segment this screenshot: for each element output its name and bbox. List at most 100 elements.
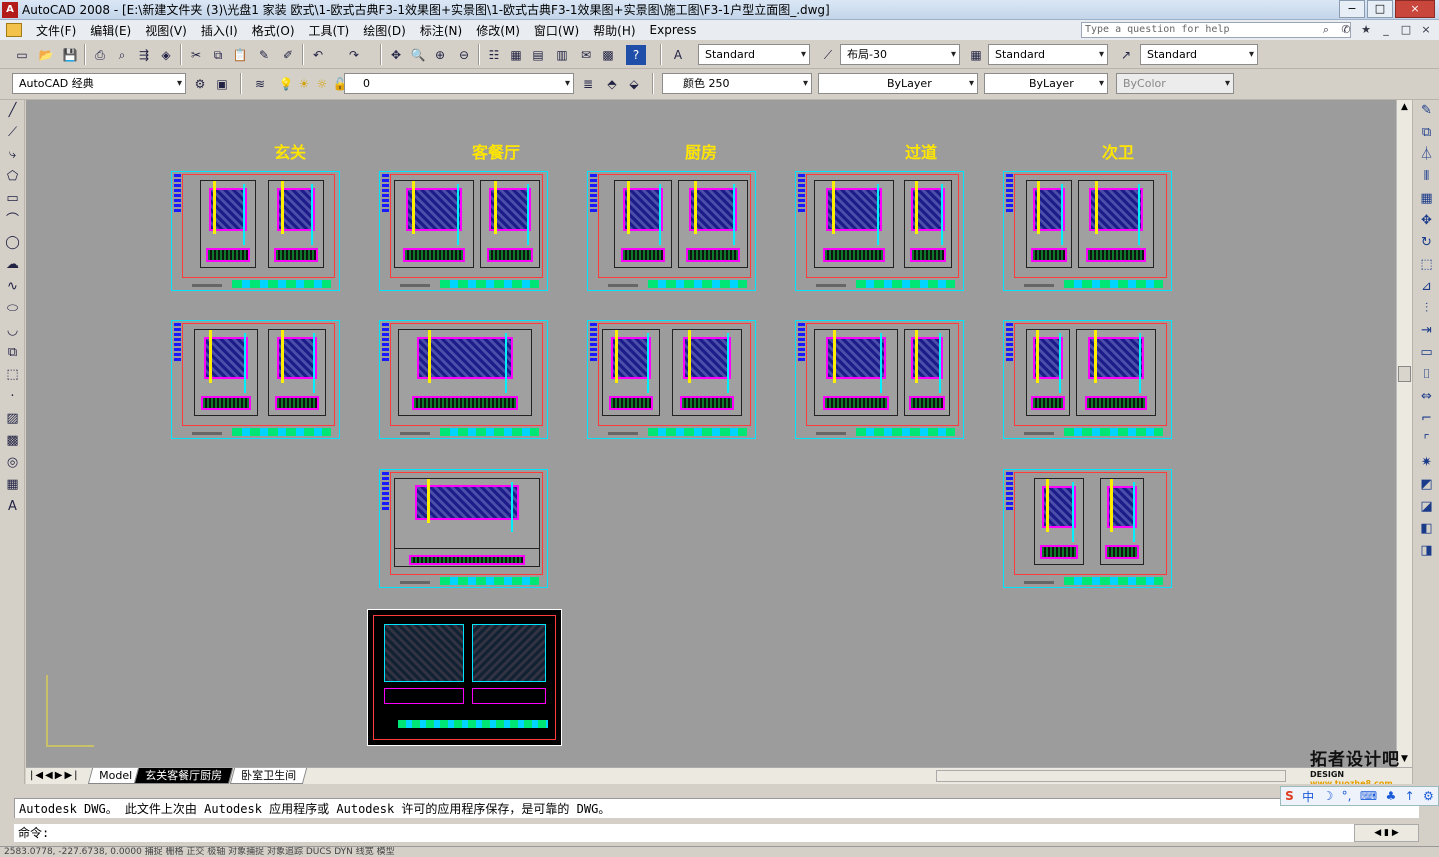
ime-update-icon[interactable]: ↑	[1405, 789, 1415, 803]
zoom-previous-icon[interactable]: ⊖	[454, 45, 474, 65]
elevation-sheet[interactable]	[1003, 171, 1172, 291]
menu-tools[interactable]: 工具(T)	[303, 22, 358, 39]
draworder-above-icon[interactable]: ◧	[1414, 518, 1439, 540]
save-icon[interactable]: 💾	[60, 45, 80, 65]
workspace-settings-icon[interactable]: ⚙	[190, 74, 210, 94]
region-icon[interactable]: ◎	[1, 452, 24, 474]
help-icon[interactable]: ?	[626, 45, 646, 65]
sheet-set-icon[interactable]: ▥	[552, 45, 572, 65]
doc-close-button[interactable]: ×	[1417, 22, 1435, 38]
menu-window[interactable]: 窗口(W)	[528, 22, 587, 39]
elevation-sheet[interactable]	[379, 469, 548, 588]
offset-icon[interactable]: ⫴	[1414, 166, 1439, 188]
lineweight-select[interactable]: ByLayer	[984, 73, 1108, 94]
move-icon[interactable]: ✥	[1414, 210, 1439, 232]
table-icon[interactable]: ▦	[1, 474, 24, 496]
ime-half-width-icon[interactable]: ☽	[1323, 789, 1334, 803]
vertical-scrollbar[interactable]: ▲ ▼	[1396, 100, 1412, 767]
chamfer-icon[interactable]: ⌐	[1414, 408, 1439, 430]
elevation-sheet[interactable]	[587, 171, 756, 291]
multileader-style-icon[interactable]: ↗	[1116, 45, 1136, 65]
markup-icon[interactable]: ✉	[576, 45, 596, 65]
open-file-icon[interactable]: 📂	[36, 45, 56, 65]
match-properties-icon[interactable]: ✎	[254, 45, 274, 65]
menu-draw[interactable]: 绘图(D)	[357, 22, 414, 39]
autocad-app-icon[interactable]: A	[2, 1, 18, 18]
extend-icon[interactable]: ⇥	[1414, 320, 1439, 342]
elevation-sheet[interactable]	[379, 320, 548, 439]
ellipse-icon[interactable]: ⬭	[1, 298, 24, 320]
workspace-select[interactable]: AutoCAD 经典	[12, 73, 186, 94]
elevation-sheet[interactable]	[587, 320, 756, 439]
arc-icon[interactable]: ⌒	[1, 210, 24, 232]
menu-modify[interactable]: 修改(M)	[470, 22, 528, 39]
insert-block-icon[interactable]: ⧉	[1, 342, 24, 364]
copy-object-icon[interactable]: ⧉	[1414, 122, 1439, 144]
status-bar[interactable]: 2583.0778, -227.6738, 0.0000 捕捉 栅格 正交 极轴…	[0, 846, 1439, 857]
close-button[interactable]: ×	[1395, 0, 1435, 18]
menu-express[interactable]: Express	[644, 23, 705, 37]
erase-icon[interactable]: ✎	[1414, 100, 1439, 122]
construction-line-icon[interactable]: ⟋	[1, 122, 24, 144]
layer-states-icon[interactable]: ⬙	[624, 74, 644, 94]
rectangle-icon[interactable]: ▭	[1, 188, 24, 210]
draworder-front-icon[interactable]: ◩	[1414, 474, 1439, 496]
document-menu-icon[interactable]	[6, 23, 22, 37]
point-icon[interactable]: ·	[1, 386, 24, 408]
polyline-icon[interactable]: ⤷	[1, 144, 24, 166]
spline-icon[interactable]: ∿	[1, 276, 24, 298]
calculator-icon[interactable]: ▩	[598, 45, 618, 65]
tab-layout-bedroom-bathroom[interactable]: 卧室卫生间	[229, 768, 308, 784]
ime-logo-icon[interactable]: S	[1285, 789, 1294, 803]
explode-icon[interactable]: ✷	[1414, 452, 1439, 474]
ime-punctuation-icon[interactable]: °,	[1342, 789, 1352, 803]
menu-dimension[interactable]: 标注(N)	[414, 22, 470, 39]
redo-icon[interactable]: ↷	[344, 45, 364, 65]
plot-preview-icon[interactable]: ⌕	[112, 45, 132, 65]
layer-select[interactable]: 0	[344, 73, 574, 94]
block-editor-icon[interactable]: ✐	[278, 45, 298, 65]
array-icon[interactable]: ▦	[1414, 188, 1439, 210]
zoom-realtime-icon[interactable]: 🔍	[408, 45, 428, 65]
undo-icon[interactable]: ↶	[308, 45, 328, 65]
communication-center-icon[interactable]: ✆	[1337, 22, 1355, 38]
trim-icon[interactable]: ⫶	[1414, 298, 1439, 320]
ellipse-arc-icon[interactable]: ◡	[1, 320, 24, 342]
doc-minimize-button[interactable]: _	[1377, 22, 1395, 38]
plotstyle-select[interactable]: ByColor	[1116, 73, 1234, 94]
help-search-input[interactable]: Type a question for help	[1081, 22, 1351, 38]
elevation-sheet[interactable]	[1003, 320, 1172, 439]
search-icon[interactable]: ⌕	[1317, 22, 1335, 38]
rotate-icon[interactable]: ↻	[1414, 232, 1439, 254]
print-icon[interactable]: ⎙	[90, 45, 110, 65]
dim-style-icon[interactable]: ⟋	[818, 45, 838, 65]
dim-style-select[interactable]: 布局-30	[840, 44, 960, 65]
table-style-select[interactable]: Standard	[988, 44, 1108, 65]
line-icon[interactable]: ╱	[1, 100, 24, 122]
ime-settings-icon[interactable]: ⚙	[1423, 789, 1434, 803]
ime-skin-icon[interactable]: ♣	[1385, 789, 1396, 803]
pan-icon[interactable]: ✥	[386, 45, 406, 65]
copy-icon[interactable]: ⧉	[208, 45, 228, 65]
polygon-icon[interactable]: ⬠	[1, 166, 24, 188]
gradient-icon[interactable]: ▩	[1, 430, 24, 452]
doc-restore-button[interactable]: □	[1397, 22, 1415, 38]
ime-chinese-mode[interactable]: 中	[1302, 788, 1314, 805]
circle-icon[interactable]: ◯	[1, 232, 24, 254]
color-select[interactable]: 颜色 250	[662, 73, 812, 94]
layer-on-bulb-icon[interactable]: 💡	[276, 74, 296, 94]
layout-preview-sheet[interactable]	[367, 609, 562, 746]
hatch-icon[interactable]: ▨	[1, 408, 24, 430]
fillet-icon[interactable]: ⌜	[1414, 430, 1439, 452]
tab-navigation-arrows-icon[interactable]: |◀◀▶▶|	[30, 770, 80, 781]
draworder-under-icon[interactable]: ◨	[1414, 540, 1439, 562]
drawing-canvas[interactable]: 玄关 客餐厅 厨房 过道 次卫	[26, 100, 1396, 767]
elevation-sheet[interactable]	[171, 171, 340, 291]
favorites-star-icon[interactable]: ★	[1357, 22, 1375, 38]
break-icon[interactable]: ⌷	[1414, 364, 1439, 386]
minimize-button[interactable]: −	[1339, 0, 1365, 18]
table-style-icon[interactable]: ▦	[966, 45, 986, 65]
layer-freeze-sun-icon[interactable]: ☀	[294, 74, 314, 94]
scroll-up-arrow-icon[interactable]: ▲	[1397, 100, 1412, 115]
menu-format[interactable]: 格式(O)	[246, 22, 303, 39]
